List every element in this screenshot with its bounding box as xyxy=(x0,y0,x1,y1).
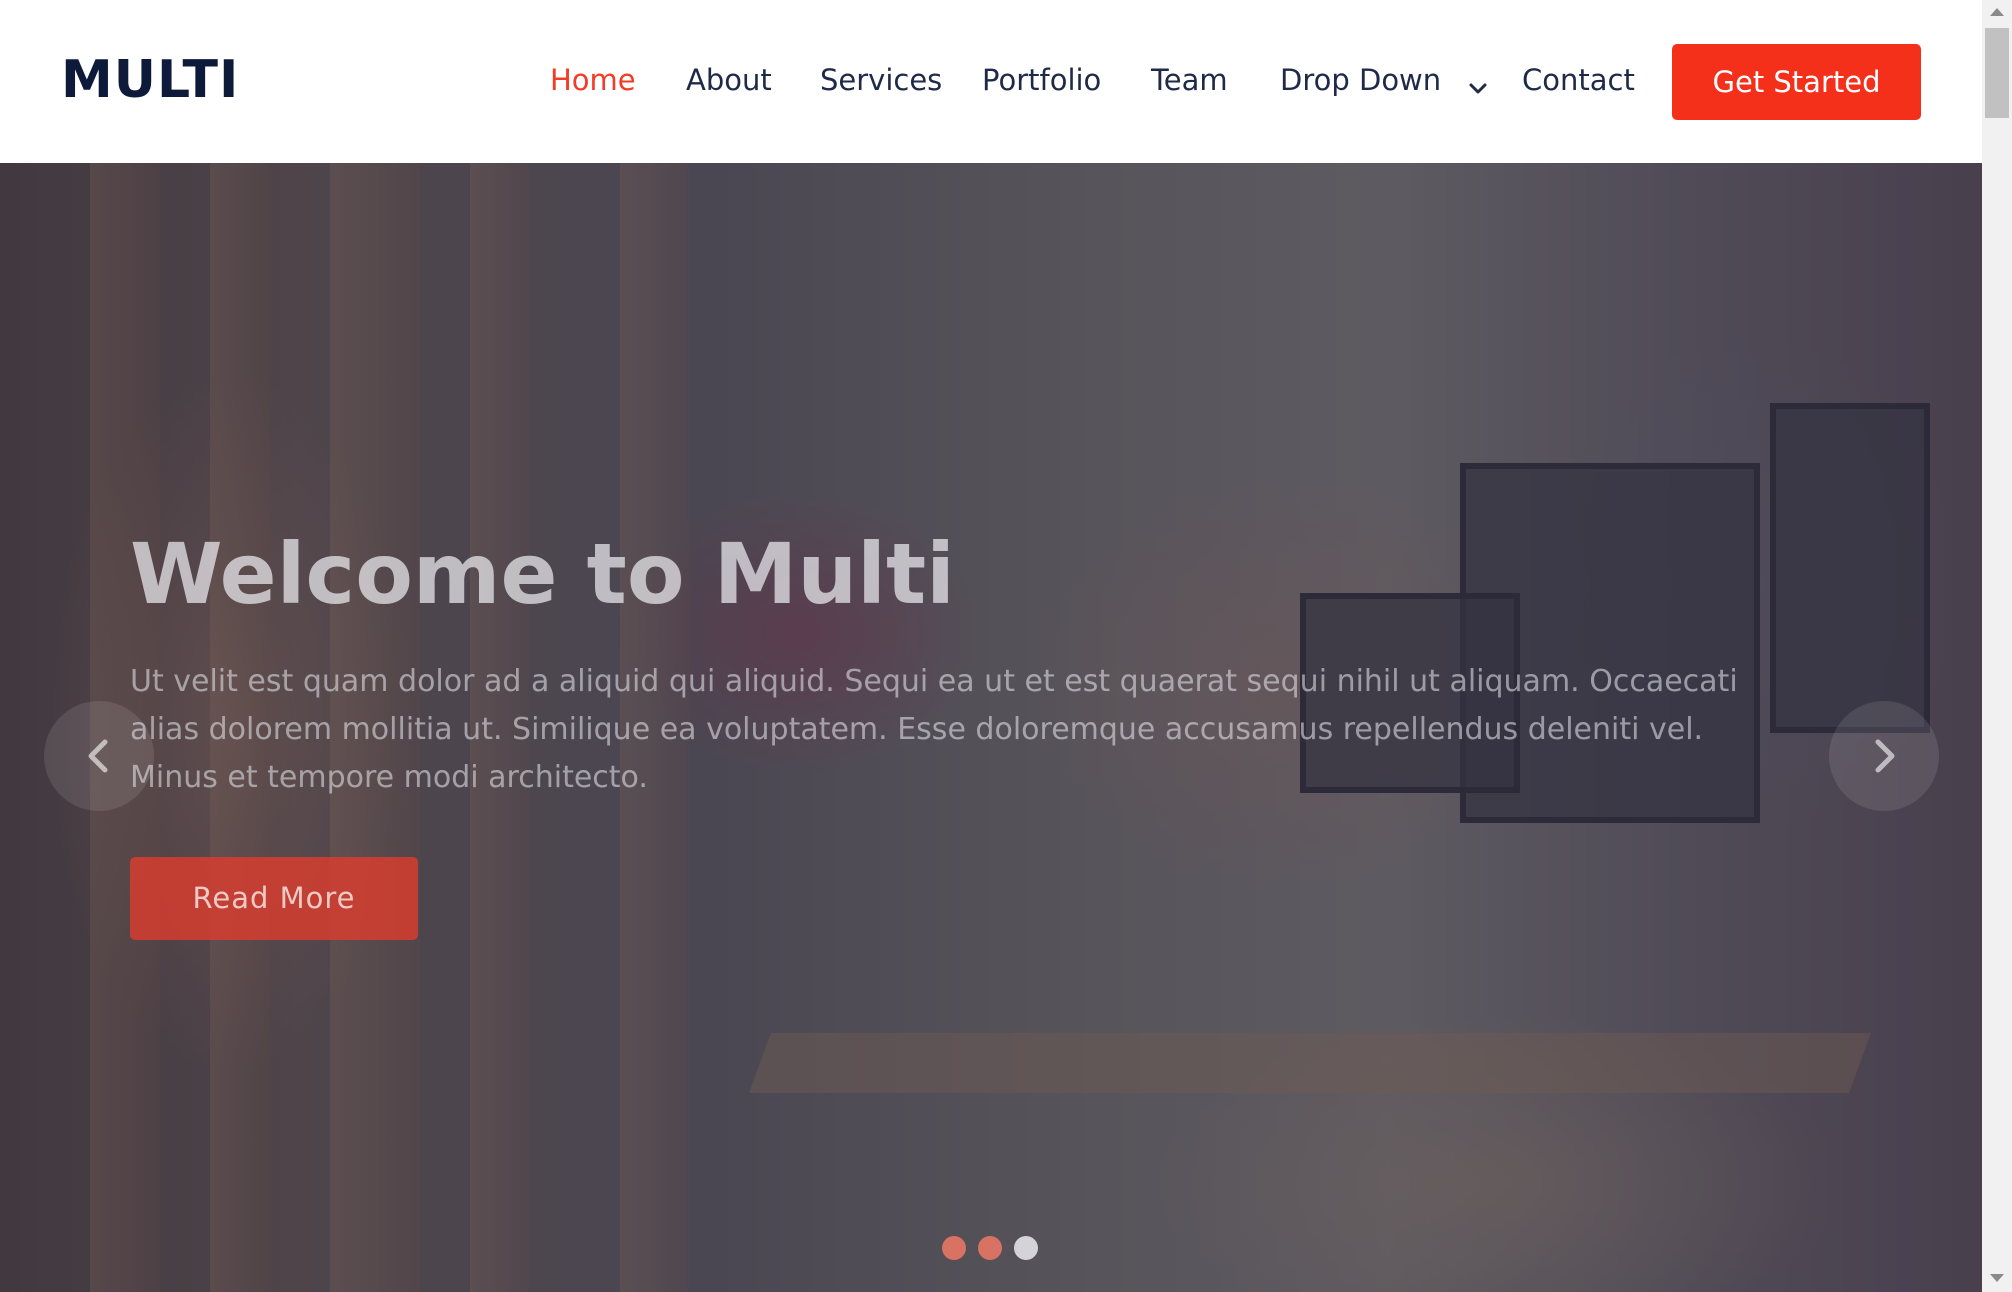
scroll-down-arrow[interactable] xyxy=(1990,1274,2004,1282)
carousel-indicator-3[interactable] xyxy=(1014,1236,1038,1260)
nav-item-home[interactable]: Home xyxy=(550,60,636,100)
nav-item-label: Drop Down xyxy=(1280,63,1442,97)
site-header: MULTI Home About Services Portfolio Team… xyxy=(0,0,1982,163)
nav-item-portfolio[interactable]: Portfolio xyxy=(982,60,1101,100)
nav-item-team[interactable]: Team xyxy=(1151,60,1228,100)
nav-item-services[interactable]: Services xyxy=(820,60,942,100)
nav-item-dropdown[interactable]: Drop Down xyxy=(1280,60,1490,100)
nav-item-label: Services xyxy=(820,63,943,97)
carousel-indicator-2[interactable] xyxy=(978,1236,1002,1260)
nav-item-label: Contact xyxy=(1522,63,1635,97)
nav-item-label: About xyxy=(686,63,772,97)
nav-item-label: Team xyxy=(1151,63,1228,97)
nav-item-label: Home xyxy=(550,63,636,97)
carousel-prev-button[interactable] xyxy=(44,701,154,811)
read-more-button[interactable]: Read More xyxy=(130,857,418,940)
hero-text: Ut velit est quam dolor ad a aliquid qui… xyxy=(130,664,1738,795)
nav-item-about[interactable]: About xyxy=(686,60,772,100)
chevron-left-icon xyxy=(88,739,108,773)
chevron-down-icon xyxy=(1466,70,1490,94)
hero-content: Welcome to Multi Ut velit est quam dolor… xyxy=(130,518,1790,802)
carousel-next-button[interactable] xyxy=(1829,701,1939,811)
get-started-button[interactable]: Get Started xyxy=(1672,44,1921,120)
nav-item-contact[interactable]: Contact xyxy=(1522,60,1635,100)
scroll-up-arrow[interactable] xyxy=(1990,8,2004,16)
hero-title: Welcome to Multi xyxy=(130,525,955,623)
carousel-indicator-1[interactable] xyxy=(942,1236,966,1260)
chevron-right-icon xyxy=(1875,739,1895,773)
hero-carousel: Welcome to Multi Ut velit est quam dolor… xyxy=(0,163,1982,1292)
page-scrollbar[interactable] xyxy=(1982,0,2012,1292)
scrollbar-thumb[interactable] xyxy=(1985,28,2009,118)
nav-item-label: Portfolio xyxy=(982,63,1102,97)
